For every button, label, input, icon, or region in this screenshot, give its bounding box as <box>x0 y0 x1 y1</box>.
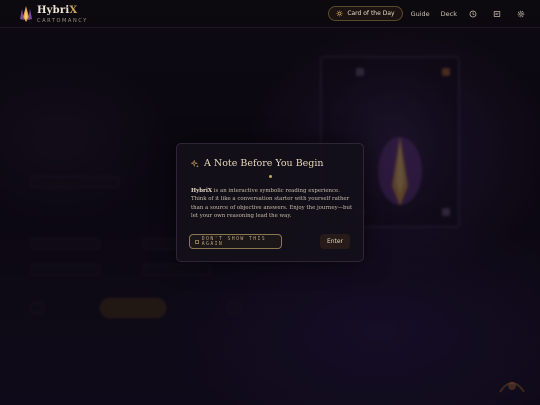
logo-flame-icon[interactable] <box>19 5 33 23</box>
settings-icon[interactable] <box>516 9 526 19</box>
modal-divider-dot <box>269 175 272 178</box>
nav-deck-link[interactable]: Deck <box>441 10 457 18</box>
enter-button[interactable]: Enter <box>320 234 350 249</box>
modal-body-content: is an interactive symbolic reading exper… <box>191 188 353 220</box>
dont-show-checkbox[interactable] <box>195 239 199 244</box>
modal-body-brand: HybriX <box>191 188 213 194</box>
nav-guide-link[interactable]: Guide <box>411 10 430 18</box>
brand[interactable]: HybriX CARTOMANCY <box>37 5 88 25</box>
modal-body-text: HybriX is an interactive symbolic readin… <box>191 187 353 221</box>
card-of-the-day-label: Card of the Day <box>347 10 395 17</box>
dont-show-again-toggle[interactable]: DON'T SHOW THIS AGAIN <box>189 234 282 249</box>
history-icon[interactable] <box>468 9 478 19</box>
nav-links: Card of the Day Guide Deck <box>328 6 526 21</box>
disclaimer-modal: A Note Before You Begin HybriX is an int… <box>176 143 364 262</box>
modal-title: A Note Before You Begin <box>204 158 324 169</box>
top-navigation-bar: HybriX CARTOMANCY Card of the Day Guide … <box>0 0 540 28</box>
journal-icon[interactable] <box>492 9 502 19</box>
brand-subtitle: CARTOMANCY <box>37 18 88 24</box>
brand-name: HybriX <box>37 5 78 16</box>
dont-show-label: DON'T SHOW THIS AGAIN <box>201 236 267 247</box>
sun-icon <box>336 10 343 17</box>
card-of-the-day-button[interactable]: Card of the Day <box>328 6 403 21</box>
sparkle-icon <box>191 159 199 168</box>
modal-header: A Note Before You Begin <box>191 158 324 169</box>
